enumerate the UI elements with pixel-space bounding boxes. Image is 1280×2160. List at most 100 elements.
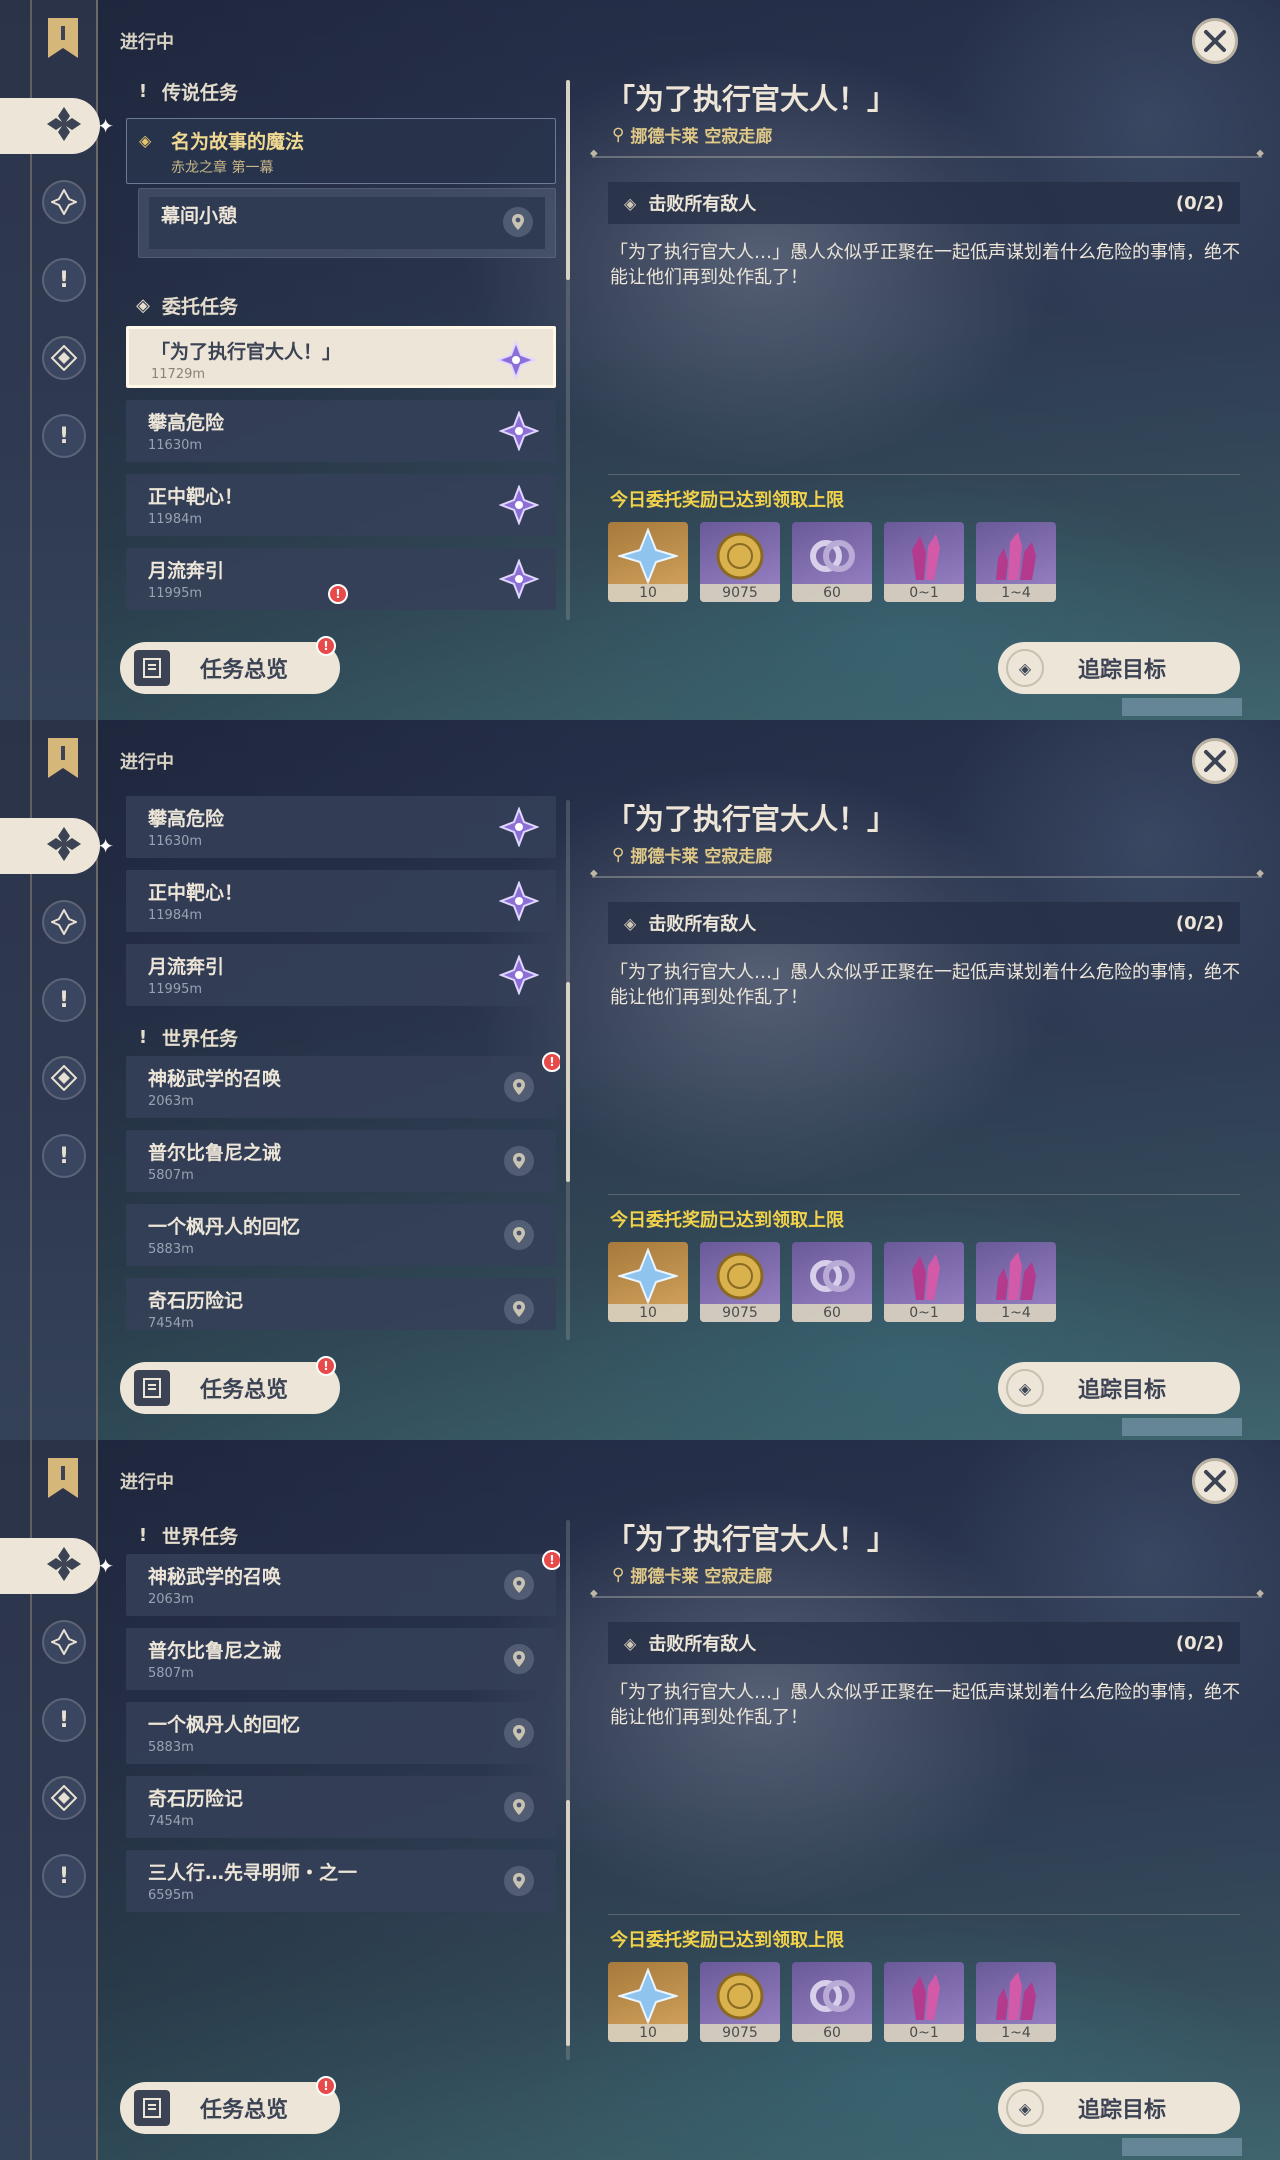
location-pin-icon: [504, 1072, 534, 1102]
track-diamond-icon: ◈: [1006, 2089, 1044, 2127]
archon-quest-icon[interactable]: [42, 900, 86, 944]
companionship-exp-icon[interactable]: 60: [792, 1242, 872, 1322]
world-quest-icon[interactable]: !: [42, 414, 86, 458]
world-quest-item[interactable]: 奇石历险记 7454m: [126, 1278, 556, 1330]
track-target-button[interactable]: ◈ 追踪目标: [998, 2082, 1240, 2134]
legend-quest-step[interactable]: 幕间小憩: [138, 188, 556, 258]
archon-quest-icon[interactable]: [42, 1620, 86, 1664]
category-world: ! 世界任务: [138, 1027, 239, 1050]
world-quest-item[interactable]: 一个枫丹人的回忆 5883m: [126, 1204, 556, 1266]
location-pin-icon: ⚲: [612, 1564, 625, 1585]
crystal-cluster-icon[interactable]: 1~4: [976, 1962, 1056, 2042]
sidebar: ✦ ! !: [0, 1440, 114, 2160]
world-quest-item[interactable]: 奇石历险记 7454m: [126, 1776, 556, 1838]
mora-icon[interactable]: 9075: [700, 522, 780, 602]
divider: [608, 1194, 1240, 1195]
crystal-cluster-icon[interactable]: 1~4: [976, 1242, 1056, 1322]
objective-diamond-icon: ◈: [624, 1633, 637, 1653]
location-pin-icon: [504, 1718, 534, 1748]
objective-diamond-icon: ◈: [624, 913, 637, 933]
divider: [608, 1914, 1240, 1915]
scrollbar-thumb[interactable]: [566, 982, 570, 1182]
crystal-icon[interactable]: 0~1: [884, 1242, 964, 1322]
sidebar-tab-all[interactable]: ✦: [0, 818, 114, 874]
commission-star-icon: [498, 954, 540, 996]
close-button[interactable]: [1192, 738, 1238, 784]
close-button[interactable]: [1192, 18, 1238, 64]
primogem-icon[interactable]: 10: [608, 1962, 688, 2042]
mora-icon[interactable]: 9075: [700, 1962, 780, 2042]
quest-list[interactable]: ! 传说任务 ◈ 名为故事的魔法 赤龙之章 第一幕 幕间小憩 ◈ 委托任务 「为了执…: [120, 70, 560, 610]
commission-star-icon: [498, 880, 540, 922]
legend-quest-icon[interactable]: !: [42, 978, 86, 1022]
location-pin-icon: [504, 1146, 534, 1176]
quest-overview-button[interactable]: 任务总览 !: [120, 636, 340, 694]
sidebar-tab-all[interactable]: ✦: [0, 98, 114, 154]
world-quest-item[interactable]: 一个枫丹人的回忆 5883m: [126, 1702, 556, 1764]
category-world: ! 世界任务: [138, 1525, 239, 1548]
quest-book-icon: [134, 1370, 170, 1406]
quest-overview-button[interactable]: 任务总览 !: [120, 1356, 340, 1414]
quest-list[interactable]: ! 世界任务 神秘武学的召唤 2063m ! 普尔比鲁尼之诫 5807m 一个枫丹…: [120, 1510, 560, 2050]
quest-title: 「为了执行官大人！」: [606, 1522, 897, 1556]
commission-icon[interactable]: [42, 336, 86, 380]
bookmark-icon[interactable]: [44, 1456, 82, 1500]
legend-quest-item[interactable]: ◈ 名为故事的魔法 赤龙之章 第一幕: [126, 118, 556, 184]
world-quest-item[interactable]: 神秘武学的召唤 2063m: [126, 1554, 556, 1616]
in-progress-label: 进行中: [120, 752, 174, 773]
primogem-icon[interactable]: 10: [608, 522, 688, 602]
mora-icon[interactable]: 9075: [700, 1242, 780, 1322]
in-progress-label: 进行中: [120, 32, 174, 53]
world-quest-icon[interactable]: !: [42, 1134, 86, 1178]
track-target-button[interactable]: ◈ 追踪目标: [998, 1362, 1240, 1414]
archon-quest-icon[interactable]: [42, 180, 86, 224]
location-pin-icon: [504, 1220, 534, 1250]
world-quest-item[interactable]: 普尔比鲁尼之诫 5807m: [126, 1628, 556, 1690]
notification-badge: !: [542, 1550, 560, 1570]
companionship-exp-icon[interactable]: 60: [792, 1962, 872, 2042]
commission-item-selected[interactable]: 「为了执行官大人！」 11729m: [126, 326, 556, 388]
notification-badge: !: [316, 2076, 336, 2096]
quest-description: 「为了执行官大人…」愚人众似乎正聚在一起低声谋划着什么危险的事情，绝不能让他们再…: [610, 962, 1240, 1008]
crystal-cluster-icon[interactable]: 1~4: [976, 522, 1056, 602]
commission-item[interactable]: 正中靶心！ 11984m: [126, 474, 556, 536]
commission-star-icon: [498, 806, 540, 848]
world-quest-item[interactable]: 三人行…先寻明师・之一 6595m: [126, 1850, 556, 1912]
quest-panel-3: ✦ ! ! 进行中 ! 世界任务 神秘武学的召唤 2063m ! 普尔比鲁尼之诫 …: [0, 1440, 1280, 2160]
bookmark-icon[interactable]: [44, 16, 82, 60]
track-target-button[interactable]: ◈ 追踪目标: [998, 642, 1240, 694]
divider: [608, 474, 1240, 475]
crystal-icon[interactable]: 0~1: [884, 1962, 964, 2042]
close-button[interactable]: [1192, 1458, 1238, 1504]
commission-item[interactable]: 攀高危险 11630m: [126, 796, 556, 858]
notification-badge: !: [542, 1052, 560, 1072]
scrollbar-thumb[interactable]: [566, 80, 570, 280]
commission-item[interactable]: 正中靶心！ 11984m: [126, 870, 556, 932]
quest-objective: ◈ 击败所有敌人 (0/2): [608, 182, 1240, 224]
commission-item[interactable]: 月流奔引 11995m: [126, 944, 556, 1006]
bookmark-icon[interactable]: [44, 736, 82, 780]
objective-diamond-icon: ◈: [624, 193, 637, 213]
world-quest-item[interactable]: 神秘武学的召唤 2063m: [126, 1056, 556, 1118]
primogem-icon[interactable]: 10: [608, 1242, 688, 1322]
divider: [590, 1588, 1264, 1599]
quest-location: ⚲ 挪德卡莱 空寂走廊: [612, 844, 773, 868]
sidebar: ✦ ! !: [0, 0, 114, 720]
legend-quest-icon[interactable]: !: [42, 258, 86, 302]
sidebar-tab-all[interactable]: ✦: [0, 1538, 114, 1594]
legend-quest-icon[interactable]: !: [42, 1698, 86, 1742]
crystal-icon[interactable]: 0~1: [884, 522, 964, 602]
commission-item[interactable]: 攀高危险 11630m: [126, 400, 556, 462]
quest-overview-button[interactable]: 任务总览 !: [120, 2076, 340, 2134]
scrollbar-thumb[interactable]: [566, 1800, 570, 2046]
notification-badge: !: [316, 1356, 336, 1376]
quest-list[interactable]: 攀高危险 11630m 正中靶心！ 11984m 月流奔引 11995m ! 世界…: [120, 790, 560, 1330]
world-quest-icon[interactable]: !: [42, 1854, 86, 1898]
sidebar: ✦ ! !: [0, 720, 114, 1440]
commission-icon[interactable]: [42, 1056, 86, 1100]
companionship-exp-icon[interactable]: 60: [792, 522, 872, 602]
world-quest-item[interactable]: 普尔比鲁尼之诫 5807m: [126, 1130, 556, 1192]
all-quests-icon: [44, 1544, 84, 1588]
commission-icon[interactable]: [42, 1776, 86, 1820]
commission-star-icon: [495, 339, 537, 381]
